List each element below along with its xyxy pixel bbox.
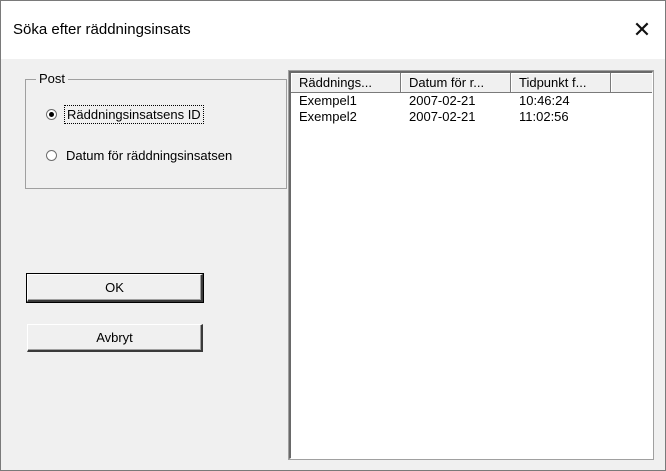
list-row[interactable]: Exempel2 2007-02-21 11:02:56 xyxy=(291,109,652,125)
radio-label-datum: Datum för räddningsinsatsen xyxy=(66,148,233,163)
post-groupbox: Post Räddningsinsatsens ID Datum för räd… xyxy=(25,71,287,189)
radio-raddningsinsatsens-id[interactable]: Räddningsinsatsens ID xyxy=(46,105,204,124)
results-listview[interactable]: Räddnings... Datum för r... Tidpunkt f..… xyxy=(289,71,653,459)
column-header-tidpunkt[interactable]: Tidpunkt f... xyxy=(511,73,611,93)
radio-label-id: Räddningsinsatsens ID xyxy=(64,105,204,124)
cell-time: 10:46:24 xyxy=(519,93,570,108)
column-header-filler xyxy=(611,73,652,93)
radio-unselected-icon xyxy=(46,150,57,161)
column-header-raddningsinsats[interactable]: Räddnings... xyxy=(291,73,401,93)
cell-id: Exempel1 xyxy=(299,93,357,108)
dialog-window: Söka efter räddningsinsats ✕ Post Räddni… xyxy=(0,0,666,471)
cell-date: 2007-02-21 xyxy=(409,93,476,108)
close-icon[interactable]: ✕ xyxy=(619,1,665,59)
dialog-title: Söka efter räddningsinsats xyxy=(13,21,191,38)
cancel-button[interactable]: Avbryt xyxy=(27,324,203,352)
cell-id: Exempel2 xyxy=(299,109,357,124)
radio-selected-icon xyxy=(46,109,57,120)
cell-time: 11:02:56 xyxy=(519,109,569,124)
list-header: Räddnings... Datum för r... Tidpunkt f..… xyxy=(291,73,652,93)
column-header-datum[interactable]: Datum för r... xyxy=(401,73,511,93)
list-row[interactable]: Exempel1 2007-02-21 10:46:24 xyxy=(291,93,652,109)
radio-datum[interactable]: Datum för räddningsinsatsen xyxy=(46,148,232,163)
groupbox-legend: Post xyxy=(36,71,69,86)
cell-date: 2007-02-21 xyxy=(409,109,476,124)
ok-button[interactable]: OK xyxy=(26,273,204,303)
title-bar: Söka efter räddningsinsats ✕ xyxy=(1,1,665,59)
